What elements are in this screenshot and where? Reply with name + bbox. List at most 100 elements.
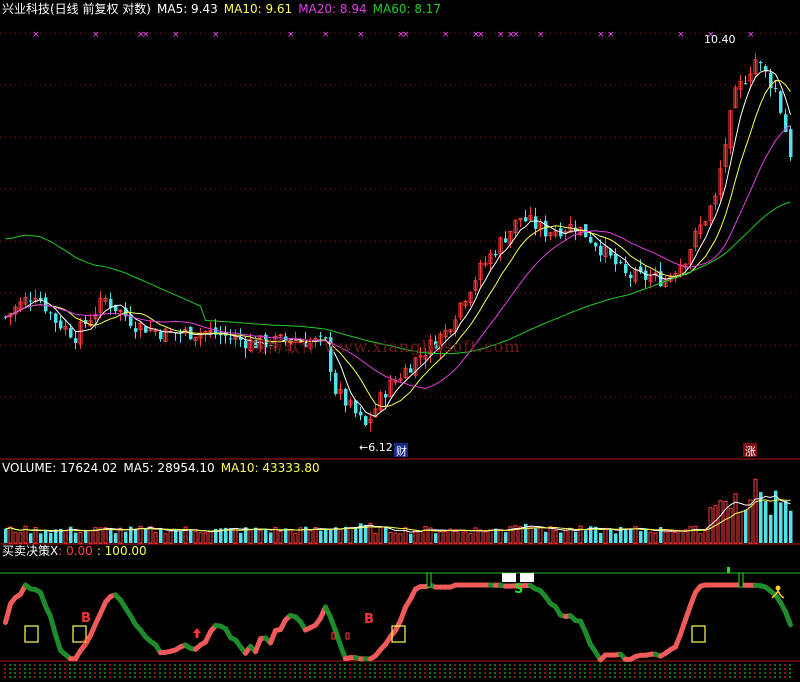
volume-bar [189,529,193,543]
volume-bar [239,532,243,543]
signal-cross-icon: × [537,30,545,40]
volume-bar [254,527,258,543]
volume-ma10-label: MA10: 43333.80 [220,461,320,475]
candle-body [644,270,648,280]
candle-body [49,312,53,314]
volume-bar [438,530,443,544]
volume-bar [504,532,508,543]
volume-bar [384,526,388,543]
volume-bar [264,529,268,543]
volume-bar [319,530,323,543]
volume-bar [308,530,313,544]
up-arrow-icon [193,628,201,638]
buy-marker-b: B [81,611,91,626]
volume-bar [478,529,483,544]
volume-bar [134,528,138,543]
volume-bar [378,526,383,544]
volume-bar [153,531,158,544]
volume-ma10-line [5,499,791,532]
volume-bar [578,525,583,544]
volume-bar [269,532,273,543]
volume-bar [354,526,358,543]
signal-tick [727,567,730,573]
volume-bar [144,528,148,543]
volume-bar [109,528,113,543]
volume-bar [324,529,328,543]
low-price-label: ←6.12 [359,441,393,454]
volume-bar [344,526,348,543]
volume-bar [409,533,413,543]
volume-bar [84,529,88,543]
volume-bar [673,531,678,544]
candle-body [59,320,63,329]
volume-bar [288,529,293,544]
signal-cross-icon: × [402,30,410,40]
signal-tick [738,572,744,588]
candle-body [504,238,508,243]
candle-body [599,246,603,256]
candle-body [134,328,138,332]
candle-body [409,368,413,373]
volume-bar [44,530,48,543]
volume-bar [483,531,488,544]
volume-bar [338,528,343,544]
candle-body [744,83,748,85]
volume-bar [198,532,203,544]
volume-bar [74,532,78,543]
volume-bar [284,528,288,543]
volume-bar [779,502,783,543]
volume-bar [233,528,238,544]
volume-bar [648,531,653,544]
volume-bar [663,531,668,544]
volume-bar [764,501,768,543]
stock-title: 兴业科技(日线 前复权 对数) [2,2,151,16]
volume-bar [568,527,573,544]
volume-bar [784,501,788,543]
volume-bar [118,527,123,544]
volume-bar [728,507,733,544]
volume-bar [49,533,53,543]
candle-body [54,313,58,323]
volume-bar [609,528,613,543]
signal-cross-icon: × [442,30,450,40]
volume-bar [574,531,578,543]
decision-curve-segment [48,614,58,637]
signal-cross-icon: × [32,30,40,40]
volume-ma5-line [5,494,791,533]
volume-bar [668,530,673,544]
signal-cross-icon: × [677,30,685,40]
volume-bar [398,533,403,544]
signal-cross-icon: × [92,30,100,40]
buy-signal-square [24,625,39,643]
volume-bar [423,525,428,544]
candle-body [384,393,388,398]
candle-body [594,242,598,247]
volume-bar [124,531,128,543]
volume-bar [163,533,168,544]
volume-bar [248,529,253,544]
ma60-label: MA60: 8.17 [372,2,442,16]
volume-bar [203,532,208,544]
volume-bar [644,529,648,543]
signal-cross-icon: × [512,30,520,40]
volume-bar [599,532,603,543]
candle-body [624,264,628,274]
volume-bar [159,528,163,543]
candle-body [779,91,783,113]
candle-body [159,331,163,340]
ma10-label: MA10: 9.61 [223,2,293,16]
candle-body [29,300,33,302]
volume-bar [208,531,213,544]
candle-body [524,217,528,222]
volume-bar [348,526,353,544]
volume-bar [258,530,263,544]
signal-cross-icon: × [172,30,180,40]
volume-bar [774,490,778,543]
volume-bar [498,529,503,544]
volume-bar [13,531,18,544]
candle-body [334,372,338,394]
sell-zone-block [520,573,534,582]
volume-bar [453,529,458,544]
event-label-cai: 财 [396,444,407,458]
volume-bar [538,526,543,544]
